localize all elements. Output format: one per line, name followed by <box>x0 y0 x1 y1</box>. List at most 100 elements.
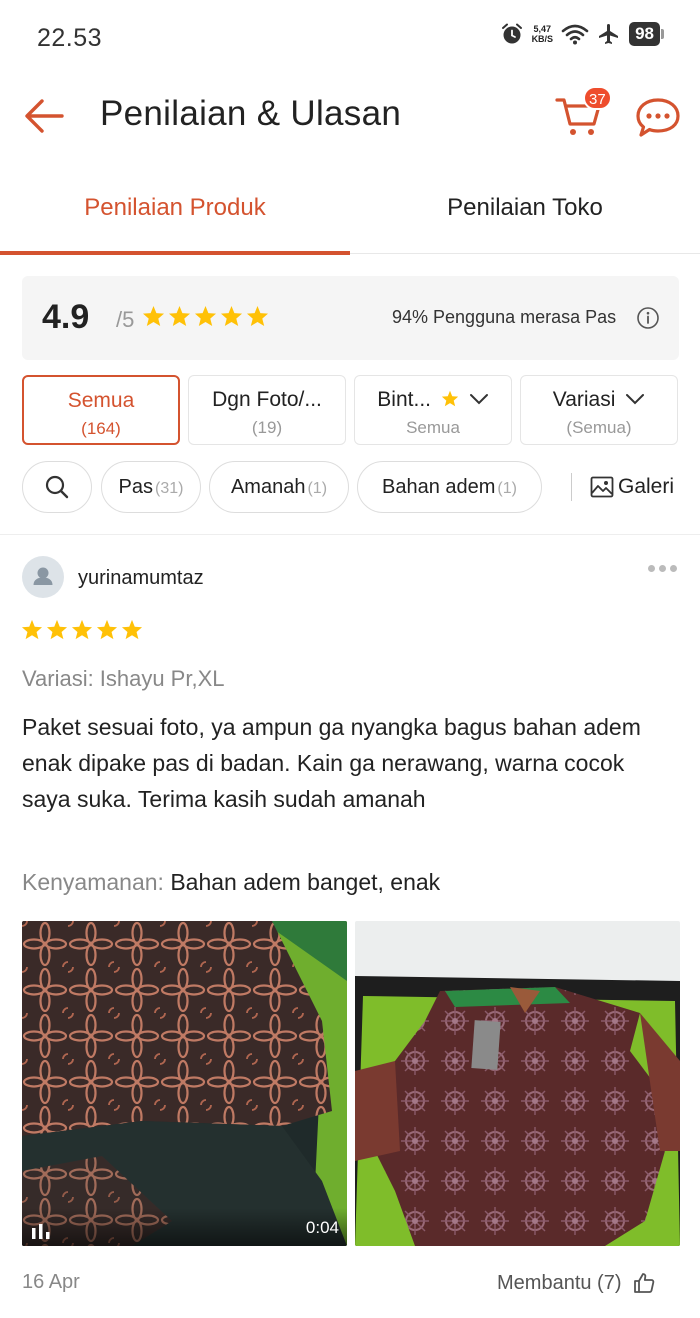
chip-pas[interactable]: Pas (31) <box>101 461 201 513</box>
comfort-attribute: Kenyamanan: Bahan adem banget, enak <box>22 869 440 896</box>
rating-tabs: Penilaian Produk Penilaian Toko <box>0 160 700 255</box>
video-duration: 0:04 <box>305 1218 339 1237</box>
chip-count: (1) <box>497 480 517 497</box>
app-header: Penilaian & Ulasan 37 <box>0 76 700 154</box>
rating-summary: 4.9 /5 94% Pengguna merasa Pas <box>22 276 679 360</box>
dot <box>670 565 677 572</box>
more-options-button[interactable] <box>648 565 680 577</box>
battery-indicator: 98 <box>629 22 660 46</box>
filter-with-photo[interactable]: Dgn Foto/... (19) <box>188 375 346 445</box>
review-photo-image <box>355 921 680 1246</box>
filter-value: (Semua) <box>566 418 632 437</box>
variation-value: Ishayu Pr,XL <box>99 666 225 691</box>
speed-unit: KB/S <box>531 34 554 44</box>
airplane-mode-icon <box>599 24 619 44</box>
chevron-down-icon <box>469 394 488 405</box>
star-icon <box>96 619 118 640</box>
review-filters: Semua (164) Dgn Foto/... (19) Bint... Se… <box>22 375 679 447</box>
chat-button[interactable] <box>634 96 682 140</box>
cart-count-badge: 37 <box>583 86 612 110</box>
network-speed: 5,47 KB/S <box>532 24 554 44</box>
gallery-button[interactable]: Galeri <box>590 461 674 513</box>
thumbs-up-icon <box>633 1273 654 1293</box>
keyword-chips: Pas (31) Amanah (1) Bahan adem (1) Galeri <box>22 461 700 515</box>
review-date: 16 Apr <box>22 1271 80 1293</box>
status-time: 22.53 <box>37 24 103 52</box>
tab-product-rating[interactable]: Penilaian Produk <box>0 160 350 255</box>
review-text: Paket sesuai foto, ya ampun ga nyangka b… <box>22 714 641 812</box>
star-icon <box>121 619 143 640</box>
chip-label: Amanah <box>230 476 306 498</box>
filter-label: Semua <box>67 389 135 412</box>
filter-count: (164) <box>81 419 121 438</box>
filter-label: Dgn Foto/... <box>212 388 322 411</box>
star-icon <box>168 305 191 327</box>
average-rating: 4.9 <box>42 298 90 336</box>
video-thumbnail-image <box>22 921 347 1246</box>
chevron-down-icon <box>626 394 645 405</box>
dot <box>659 565 666 572</box>
helpful-label: Membantu (7) <box>497 1271 622 1294</box>
arrow-left-icon <box>25 99 64 133</box>
chip-label: Pas <box>118 476 153 498</box>
dot <box>648 565 655 572</box>
variation-label: Variasi: <box>22 666 94 691</box>
filter-label-row: Variasi <box>521 388 677 412</box>
star-icon <box>46 619 68 640</box>
star-icon <box>142 305 165 327</box>
review-variation: Variasi: Ishayu Pr,XL <box>22 666 224 692</box>
section-divider <box>0 534 700 535</box>
comfort-value: Bahan adem banget, enak <box>170 869 441 895</box>
back-button[interactable] <box>22 94 66 138</box>
battery-tip <box>661 29 664 39</box>
filter-variation[interactable]: Variasi (Semua) <box>520 375 678 445</box>
image-gallery-icon <box>590 476 614 498</box>
filter-label: Bint... <box>377 388 431 411</box>
tab-shop-rating[interactable]: Penilaian Toko <box>350 160 700 254</box>
filter-value: Semua <box>406 418 460 437</box>
star-icon <box>441 390 458 407</box>
star-icon <box>246 305 269 327</box>
rating-max: /5 <box>116 307 135 332</box>
helpful-button[interactable]: Membantu (7) <box>497 1271 656 1295</box>
chip-label: Bahan adem <box>382 476 496 498</box>
star-icon <box>21 619 43 640</box>
filter-label-row: Bint... <box>355 388 511 412</box>
user-icon <box>33 567 53 585</box>
tab-active-indicator <box>0 251 350 255</box>
star-icon <box>220 305 243 327</box>
wifi-icon <box>561 24 589 45</box>
chip-amanah[interactable]: Amanah (1) <box>209 461 349 513</box>
search-icon <box>45 475 69 499</box>
filter-stars[interactable]: Bint... Semua <box>354 375 512 445</box>
info-icon[interactable] <box>636 306 660 330</box>
status-bar: 22.53 5,47 KB/S 98 <box>0 0 700 76</box>
avatar[interactable] <box>22 556 64 598</box>
filter-label: Variasi <box>552 388 616 411</box>
star-icon <box>194 305 217 327</box>
video-bars-icon <box>32 1224 50 1239</box>
reviewer-username[interactable]: yurinamumtaz <box>78 567 204 590</box>
gallery-label: Galeri <box>618 475 675 498</box>
chip-bahan-adem[interactable]: Bahan adem (1) <box>357 461 542 513</box>
filter-all[interactable]: Semua (164) <box>22 375 180 445</box>
fit-percentage-text: 94% Pengguna merasa Pas <box>392 307 617 327</box>
chip-count: (1) <box>307 480 328 497</box>
speed-value: 5,47 <box>533 24 552 34</box>
tab-label: Penilaian Produk <box>84 194 266 221</box>
star-icon <box>71 619 93 640</box>
chat-icon <box>636 98 680 137</box>
review-photo-thumbnail[interactable] <box>355 921 680 1246</box>
review-video-thumbnail[interactable]: 0:04 <box>22 921 347 1246</box>
chip-count: (31) <box>155 480 184 497</box>
tab-label: Penilaian Toko <box>447 194 603 221</box>
comfort-label: Kenyamanan: <box>22 869 164 895</box>
alarm-icon <box>501 23 522 44</box>
video-overlay <box>22 1208 347 1246</box>
summary-stars <box>142 305 269 327</box>
search-reviews-button[interactable] <box>22 461 92 513</box>
review-stars <box>21 619 143 640</box>
filter-count: (19) <box>251 418 283 437</box>
chip-divider <box>571 473 572 501</box>
page-title: Penilaian & Ulasan <box>100 94 402 133</box>
